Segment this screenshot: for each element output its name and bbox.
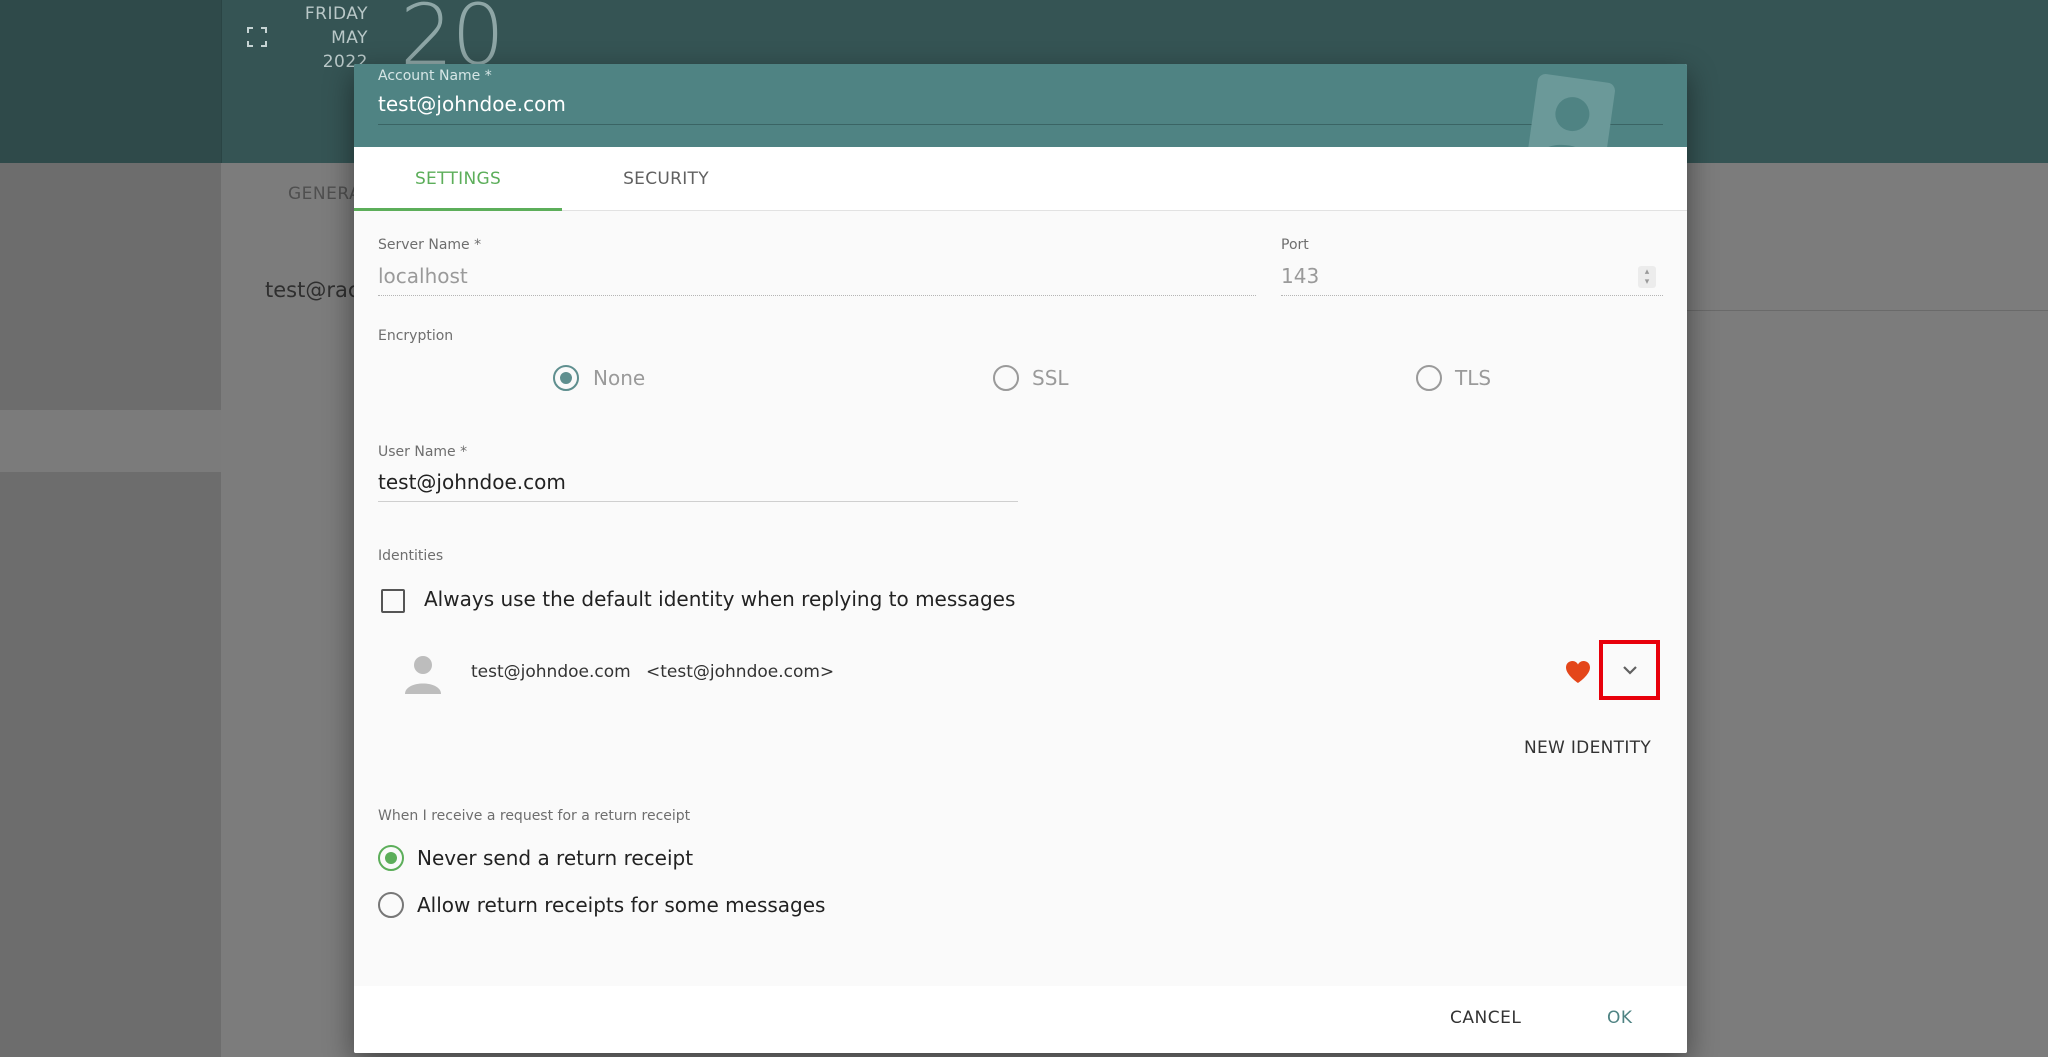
dialog-header: Account Name * test@johndoe.com [354, 64, 1687, 174]
background-sidebar-header [0, 0, 221, 163]
background-divider [1686, 310, 2048, 311]
encryption-tls-label: TLS [1455, 366, 1492, 390]
account-name-input[interactable]: test@johndoe.com [378, 92, 566, 116]
server-name-underline [378, 295, 1256, 296]
port-stepper[interactable]: ▴ ▾ [1638, 266, 1656, 288]
user-name-underline [378, 501, 1018, 502]
user-name-label: User Name * [378, 444, 468, 460]
encryption-tls-radio[interactable] [1416, 365, 1442, 391]
never-send-receipt-label[interactable]: Never send a return receipt [417, 846, 693, 870]
date-year: 2022 [322, 52, 368, 72]
background-sidebar-selected-item [0, 410, 221, 472]
server-name-label: Server Name * [378, 237, 482, 253]
server-name-input[interactable]: localhost [378, 264, 468, 288]
identity-row[interactable]: test@johndoe.com <test@johndoe.com> [354, 638, 1687, 722]
cancel-button[interactable]: CANCEL [1450, 1008, 1521, 1028]
dialog-tabs: SETTINGS SECURITY [354, 147, 1687, 211]
default-identity-checkbox-label[interactable]: Always use the default identity when rep… [424, 587, 1015, 611]
new-identity-button[interactable]: NEW IDENTITY [1524, 738, 1651, 758]
return-receipt-label: When I receive a request for a return re… [378, 808, 691, 824]
account-name-underline [378, 124, 1663, 125]
tab-settings[interactable]: SETTINGS [354, 147, 562, 211]
account-name-label: Account Name * [378, 68, 492, 84]
person-icon [405, 656, 441, 694]
encryption-ssl-radio[interactable] [993, 365, 1019, 391]
date-month: MAY [331, 28, 368, 48]
identity-name: test@johndoe.com [471, 662, 631, 682]
encryption-ssl-label: SSL [1032, 366, 1069, 390]
never-send-receipt-radio[interactable] [378, 845, 404, 871]
date-weekday: FRIDAY [304, 4, 368, 24]
port-underline [1281, 295, 1663, 296]
allow-receipts-radio[interactable] [378, 892, 404, 918]
identities-label: Identities [378, 548, 444, 564]
allow-receipts-label[interactable]: Allow return receipts for some messages [417, 893, 825, 917]
port-label: Port [1281, 237, 1309, 253]
tab-security[interactable]: SECURITY [562, 147, 770, 211]
heart-icon[interactable] [1565, 660, 1591, 684]
ok-button[interactable]: OK [1607, 1008, 1633, 1028]
chevron-down-icon [1622, 666, 1637, 675]
dialog-footer: CANCEL OK [354, 986, 1687, 1053]
account-settings-dialog: Account Name * test@johndoe.com SETTINGS… [354, 64, 1687, 1053]
identity-expand-button[interactable] [1599, 640, 1660, 700]
default-identity-checkbox[interactable] [381, 589, 405, 613]
encryption-none-radio[interactable] [553, 365, 579, 391]
user-name-input[interactable]: test@johndoe.com [378, 470, 566, 494]
identity-address: <test@johndoe.com> [646, 662, 835, 682]
encryption-label: Encryption [378, 328, 454, 344]
port-input[interactable]: 143 [1281, 264, 1319, 288]
background-tab-general: GENERA [288, 184, 362, 204]
encryption-none-label: None [593, 366, 646, 390]
